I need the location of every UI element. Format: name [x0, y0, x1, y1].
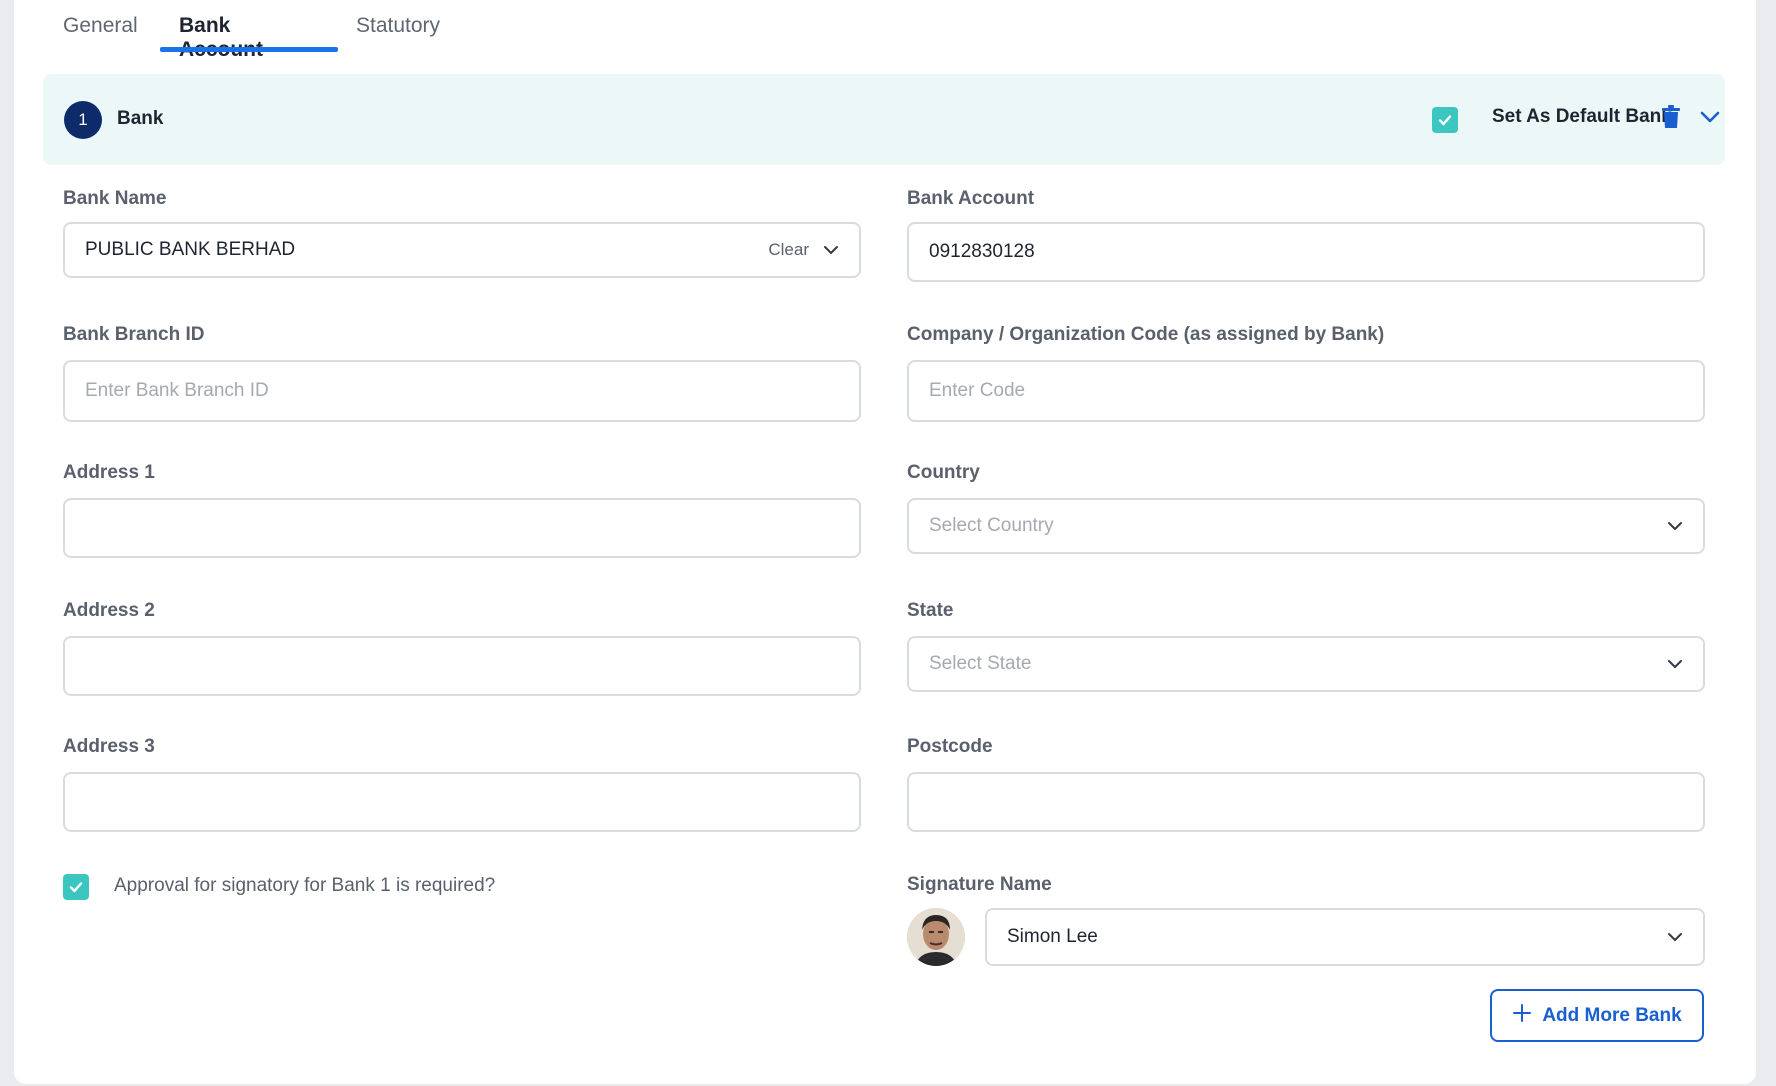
bank-name-select[interactable]: PUBLIC BANK BERHAD Clear — [63, 222, 861, 278]
checkmark-icon — [1438, 115, 1452, 126]
chevron-down-icon[interactable] — [1699, 108, 1721, 131]
bank-branch-id-label: Bank Branch ID — [63, 324, 205, 345]
approval-label: Approval for signatory for Bank 1 is req… — [114, 875, 496, 896]
trash-icon[interactable] — [1661, 105, 1681, 134]
country-label: Country — [907, 462, 980, 483]
checkmark-icon — [69, 882, 83, 893]
signature-name-label: Signature Name — [907, 874, 1052, 895]
company-code-label: Company / Organization Code (as assigned… — [907, 324, 1385, 345]
address1-label: Address 1 — [63, 462, 155, 483]
address3-input[interactable] — [63, 772, 861, 832]
tab-general[interactable]: General — [63, 14, 138, 38]
country-select[interactable]: Select Country — [907, 498, 1705, 554]
address3-label: Address 3 — [63, 736, 155, 757]
signature-name-value: Simon Lee — [1007, 926, 1098, 947]
tab-statutory[interactable]: Statutory — [356, 14, 440, 38]
state-label: State — [907, 600, 954, 621]
chevron-down-icon — [823, 244, 839, 256]
tab-bank-account[interactable]: Bank Account — [179, 14, 263, 62]
bank-account-input[interactable] — [907, 222, 1705, 282]
postcode-input[interactable] — [907, 772, 1705, 832]
signature-name-select[interactable]: Simon Lee — [985, 908, 1705, 966]
avatar — [907, 908, 965, 966]
chevron-down-icon — [1667, 520, 1683, 532]
company-code-input[interactable] — [907, 360, 1705, 422]
active-tab-indicator — [160, 47, 338, 52]
bank-name-label: Bank Name — [63, 188, 167, 209]
bank-account-card: General Bank Account Statutory 1 Bank Se… — [14, 0, 1756, 1084]
add-more-bank-button[interactable]: Add More Bank — [1490, 989, 1704, 1042]
state-placeholder: Select State — [929, 653, 1032, 674]
plus-icon — [1512, 1003, 1532, 1029]
step-number-badge: 1 — [64, 101, 102, 139]
default-bank-label: Set As Default Bank — [1492, 106, 1672, 127]
default-bank-checkbox[interactable] — [1432, 107, 1458, 133]
address2-input[interactable] — [63, 636, 861, 696]
address2-label: Address 2 — [63, 600, 155, 621]
bank-branch-id-input[interactable] — [63, 360, 861, 422]
approval-checkbox[interactable] — [63, 874, 89, 900]
address1-input[interactable] — [63, 498, 861, 558]
bank-section-title: Bank — [117, 108, 164, 129]
state-select[interactable]: Select State — [907, 636, 1705, 692]
chevron-down-icon — [1667, 931, 1683, 943]
chevron-down-icon — [1667, 658, 1683, 670]
country-placeholder: Select Country — [929, 515, 1054, 536]
add-more-bank-label: Add More Bank — [1542, 1004, 1682, 1026]
bank-section-header[interactable]: 1 Bank Set As Default Bank — [43, 74, 1725, 165]
bank-name-value: PUBLIC BANK BERHAD — [85, 239, 296, 260]
postcode-label: Postcode — [907, 736, 993, 757]
bank-account-label: Bank Account — [907, 188, 1035, 209]
clear-button[interactable]: Clear — [768, 240, 809, 260]
